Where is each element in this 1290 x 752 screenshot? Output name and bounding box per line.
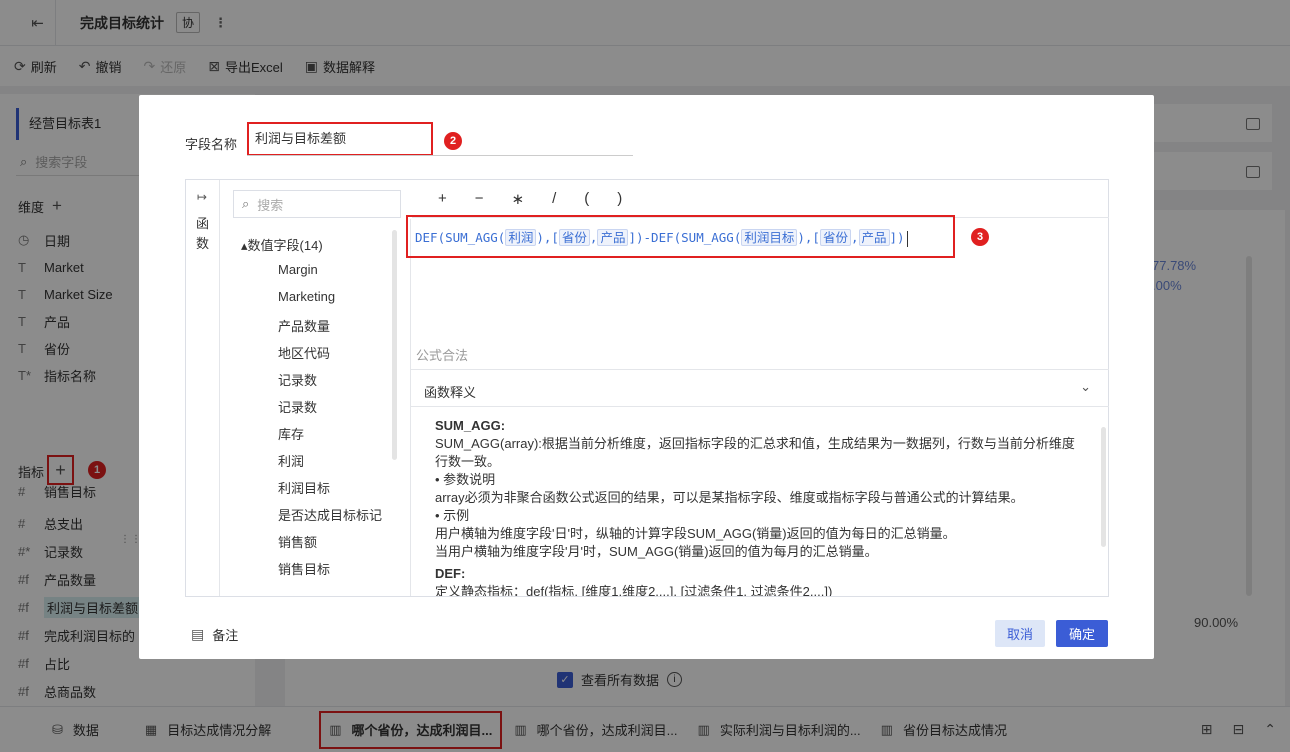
- formula-field-chip[interactable]: 产品: [858, 229, 890, 246]
- tree-field-item[interactable]: 利润目标: [278, 478, 330, 497]
- text-caret: [906, 230, 908, 247]
- tree-group-numeric[interactable]: ▴数值字段(14): [241, 235, 323, 254]
- chevron-down-icon[interactable]: ⌄: [1080, 379, 1091, 395]
- multiply-operator-button[interactable]: ∗: [512, 190, 525, 208]
- help-heading: SUM_AGG:: [435, 418, 506, 433]
- search-icon: ⌕: [242, 196, 250, 211]
- function-help-body: SUM_AGG: SUM_AGG(array):根据当前分析维度，返回指标字段的…: [410, 407, 1109, 596]
- cancel-button[interactable]: 取消: [995, 620, 1045, 647]
- note-icon: ▤: [191, 626, 205, 642]
- tree-field-item[interactable]: 是否达成目标标记: [278, 505, 382, 524]
- tree-field-item[interactable]: Margin: [278, 262, 318, 277]
- tree-field-item[interactable]: 记录数: [278, 370, 317, 389]
- tree-field-item[interactable]: 产品数量: [278, 316, 330, 335]
- formula-field-chip[interactable]: 省份: [558, 229, 590, 246]
- step-badge-3: 3: [971, 228, 989, 246]
- field-name-underline: [247, 155, 633, 156]
- confirm-button[interactable]: 确定: [1056, 620, 1108, 647]
- divide-operator-button[interactable]: /: [552, 190, 556, 207]
- field-search-box[interactable]: ⌕ 搜索: [233, 190, 401, 218]
- formula-status: 公式合法: [416, 348, 469, 363]
- operator-bar: + − ∗ / ( ): [412, 180, 1109, 218]
- minus-operator-button[interactable]: −: [475, 190, 484, 207]
- step-badge-2: 2: [444, 132, 462, 150]
- calculated-field-dialog: 字段名称 利润与目标差额 2 ↦ 函数 ⌕ 搜索 ▴数值字段(14) Margin…: [139, 95, 1154, 659]
- formula-field-chip[interactable]: 利润: [505, 229, 537, 246]
- left-paren-button[interactable]: (: [584, 190, 589, 207]
- help-text: array必须为非聚合函数公式返回的结果，可以是某指标字段、维度或指标字段与普通…: [435, 490, 1024, 505]
- formula-field-chip[interactable]: 利润目标: [741, 229, 798, 246]
- field-search-placeholder: 搜索: [257, 197, 284, 213]
- tree-field-item[interactable]: 记录数: [278, 397, 317, 416]
- tree-field-item[interactable]: Marketing: [278, 289, 335, 304]
- tree-group-label: 数值字段(14): [247, 238, 323, 253]
- help-text: • 示例: [435, 508, 470, 523]
- function-help-header[interactable]: 函数释义 ⌄: [410, 369, 1109, 407]
- formula-editor: ↦ 函数 ⌕ 搜索 ▴数值字段(14) Margin Marketing 产品数量…: [185, 179, 1109, 597]
- field-name-label: 字段名称: [185, 137, 238, 152]
- function-panel-toggle[interactable]: ↦ 函数: [186, 180, 220, 596]
- note-button[interactable]: ▤ 备注: [191, 625, 238, 644]
- note-label: 备注: [212, 628, 239, 643]
- help-text: 定义静态指标：def(指标, [维度1,维度2,...], [过滤条件1, 过滤…: [435, 584, 833, 596]
- formula-field-chip[interactable]: 产品: [597, 229, 629, 246]
- plus-operator-button[interactable]: +: [438, 190, 447, 207]
- formula-text[interactable]: DEF(SUM_AGG(利润),[省份, 产品])-DEF(SUM_AGG(利润目…: [415, 227, 908, 247]
- function-tab-label[interactable]: 函数: [196, 214, 210, 254]
- formula-part: ),[: [797, 230, 820, 245]
- formula-part: ])-DEF(SUM_AGG(: [628, 230, 742, 245]
- formula-field-chip[interactable]: 省份: [819, 229, 851, 246]
- help-text: SUM_AGG(array):根据当前分析维度，返回指标字段的汇总求和值，生成结…: [435, 436, 1075, 469]
- help-text: 用户横轴为维度字段'日'时，纵轴的计算字段SUM_AGG(销量)返回的值为每日的…: [435, 526, 956, 541]
- function-help-title: 函数释义: [424, 385, 477, 400]
- help-scrollbar[interactable]: [1101, 427, 1106, 547]
- expand-arrow-icon[interactable]: ↦: [197, 190, 207, 204]
- help-text: 当用户横轴为维度字段'月'时，SUM_AGG(销量)返回的值为每月的汇总销量。: [435, 544, 878, 559]
- formula-part: ),[: [536, 230, 559, 245]
- tree-field-item[interactable]: 地区代码: [278, 343, 330, 362]
- help-heading: DEF:: [435, 566, 466, 581]
- field-name-input[interactable]: 利润与目标差额: [247, 122, 433, 156]
- tree-field-item[interactable]: 销售目标: [278, 559, 330, 578]
- formula-part: ]): [889, 230, 905, 245]
- tree-field-item[interactable]: 销售额: [278, 532, 317, 551]
- formula-input-area[interactable]: DEF(SUM_AGG(利润),[省份, 产品])-DEF(SUM_AGG(利润目…: [406, 215, 1109, 369]
- tree-field-item[interactable]: 库存: [278, 424, 304, 443]
- formula-part: ,: [850, 230, 859, 245]
- tree-field-item[interactable]: 利润: [278, 451, 304, 470]
- help-text: • 参数说明: [435, 472, 496, 487]
- formula-part: DEF(SUM_AGG(: [415, 230, 506, 245]
- tree-scrollbar[interactable]: [392, 230, 397, 460]
- right-paren-button[interactable]: ): [617, 190, 622, 207]
